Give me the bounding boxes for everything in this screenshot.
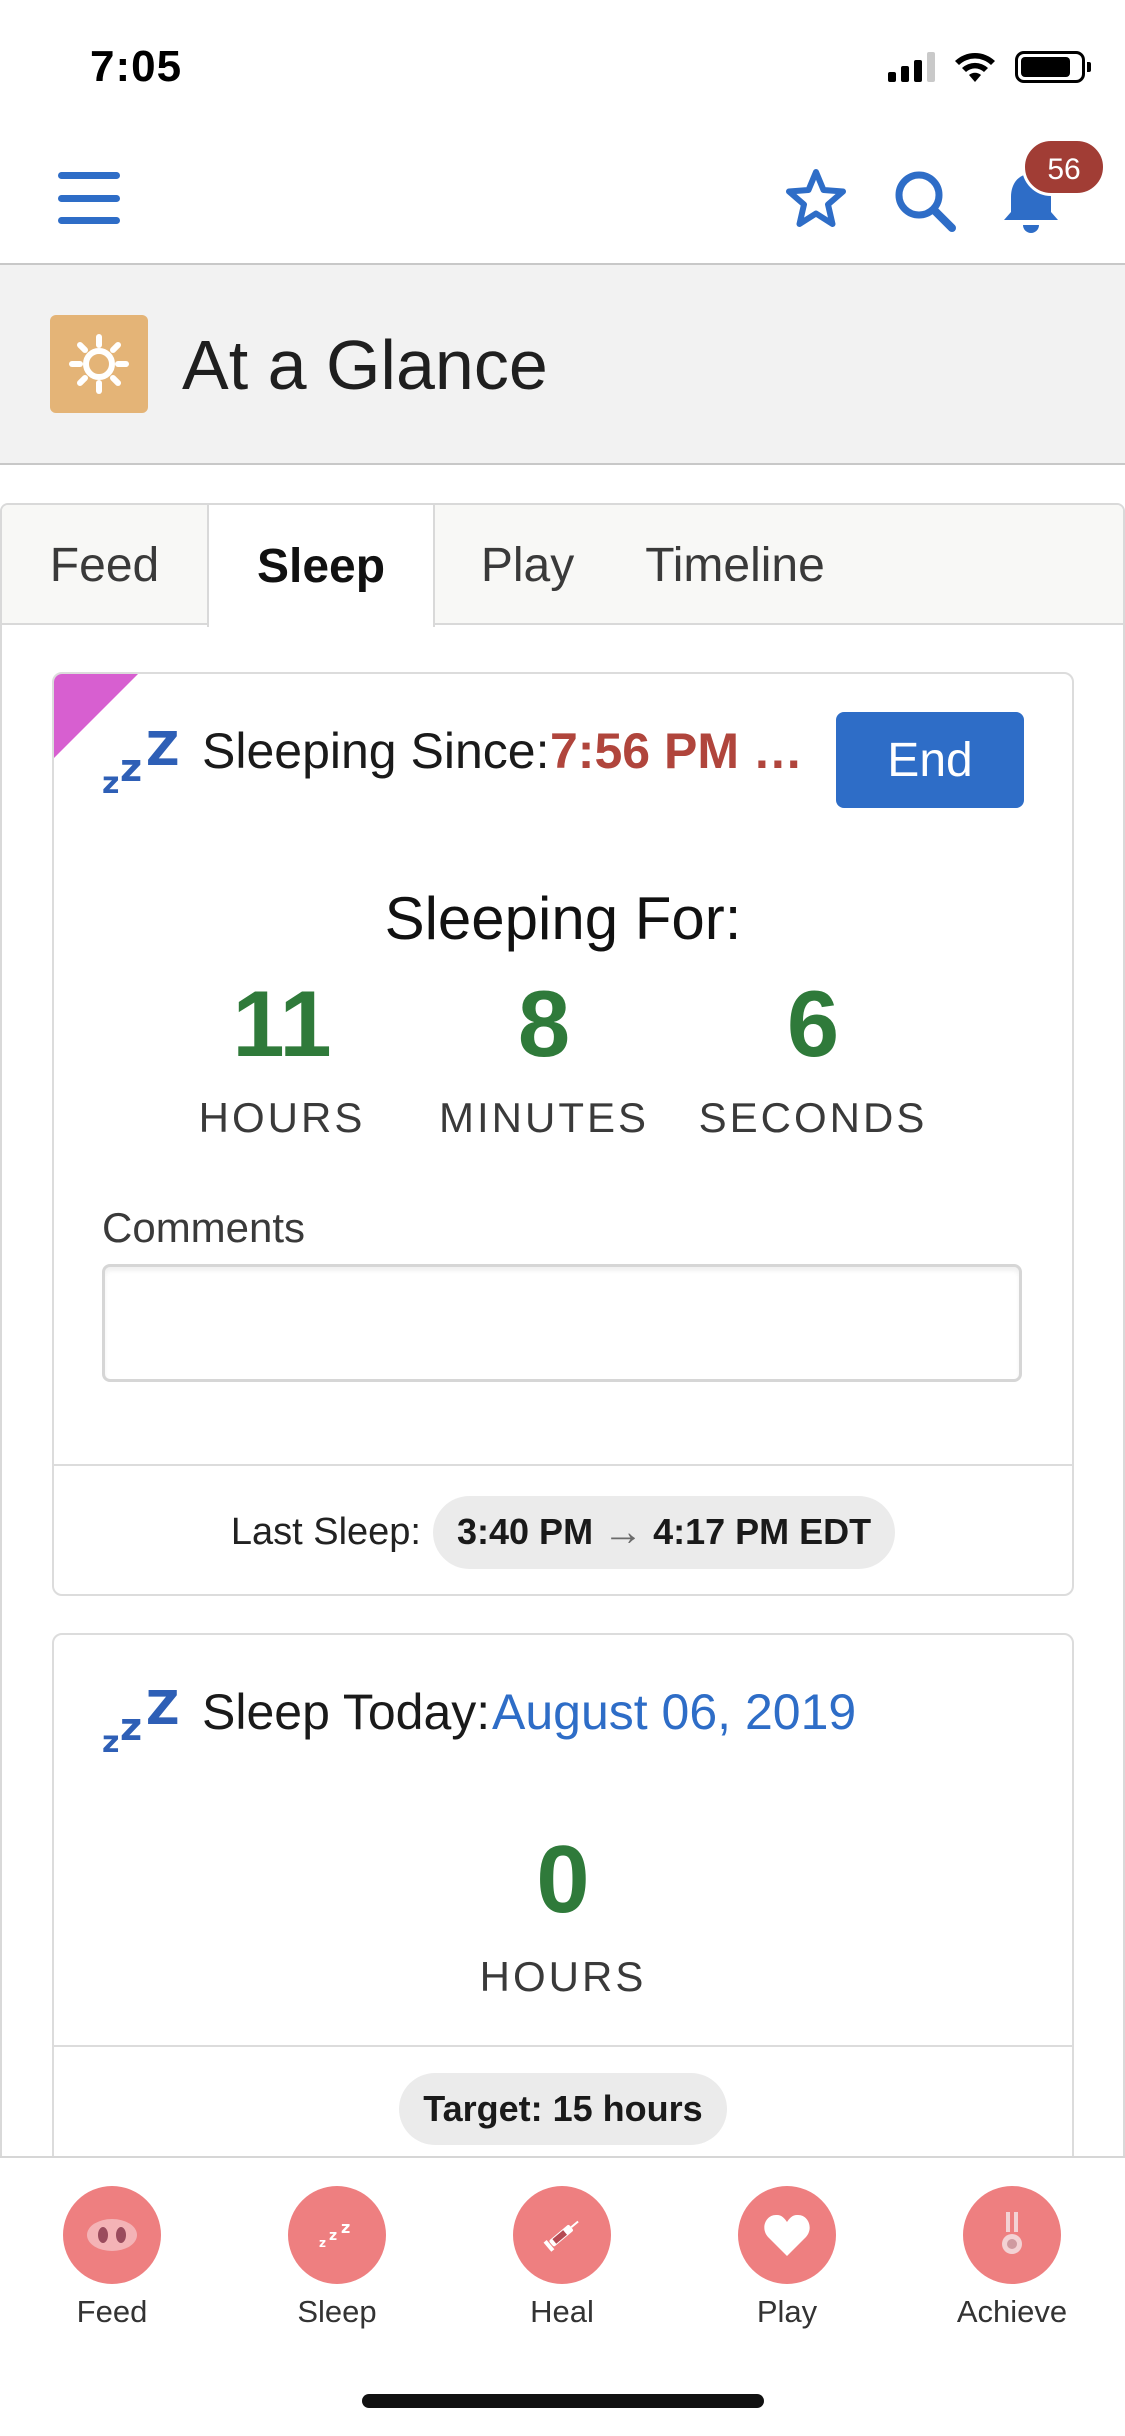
- tab-bar: Feed Sleep Play Timeline: [2, 505, 1123, 627]
- tab-sleep[interactable]: Sleep: [207, 505, 435, 627]
- sleeping-for-title: Sleeping For:: [384, 885, 742, 952]
- search-icon[interactable]: [892, 168, 958, 234]
- bottom-nav-sleep[interactable]: zzz Sleep: [247, 2186, 427, 2330]
- last-sleep-start: 3:40 PM: [457, 1511, 594, 1552]
- svg-text:z: z: [341, 2220, 350, 2237]
- seconds-counter: 6 SECONDS: [688, 974, 938, 1142]
- seconds-label: SECONDS: [698, 1094, 928, 1141]
- sleep-today-date[interactable]: August 06, 2019: [492, 1683, 856, 1741]
- hours-counter: 11 HOURS: [162, 974, 402, 1142]
- status-time: 7:05: [90, 42, 183, 91]
- menu-icon[interactable]: [58, 172, 120, 224]
- bottom-nav-label: Play: [756, 2294, 818, 2329]
- bottom-nav-feed[interactable]: Feed: [22, 2186, 202, 2330]
- seconds-value: 6: [786, 971, 840, 1076]
- heart-icon: [738, 2186, 836, 2284]
- minutes-label: MINUTES: [439, 1094, 649, 1141]
- pig-nose-icon: [63, 2186, 161, 2284]
- last-sleep-row: Last Sleep: 3:40 PM → 4:17 PM EDT: [54, 1464, 1072, 1594]
- sun-icon: [69, 334, 129, 394]
- zzz-icon: z z Z: [102, 722, 180, 801]
- target-pill: Target: 15 hours: [399, 2073, 727, 2145]
- tab-feed[interactable]: Feed: [2, 505, 207, 625]
- app-icon: [50, 315, 148, 413]
- battery-icon: [1015, 51, 1091, 83]
- today-hours-label: HOURS: [479, 1953, 647, 2000]
- cellular-signal-icon: [888, 52, 935, 82]
- minutes-counter: 8 MINUTES: [414, 974, 674, 1142]
- minutes-value: 8: [517, 971, 571, 1076]
- hours-label: HOURS: [198, 1094, 366, 1141]
- tab-play[interactable]: Play: [435, 505, 620, 625]
- top-nav: 56: [0, 130, 1125, 265]
- bottom-nav-achieve[interactable]: Achieve: [922, 2186, 1102, 2330]
- last-sleep-pill: 3:40 PM → 4:17 PM EDT: [433, 1495, 896, 1569]
- today-hours-value: 0: [536, 1826, 590, 1933]
- zzz-icon: z z Z: [102, 1681, 180, 1760]
- bottom-nav-label: Achieve: [956, 2294, 1068, 2329]
- last-sleep-end: 4:17 PM EDT: [653, 1511, 872, 1552]
- comments-label: Comments: [102, 1204, 306, 1251]
- page-title: At a Glance: [182, 326, 548, 404]
- sleeping-card: z z Z Sleeping Since: 7:56 PM … End Slee…: [52, 672, 1074, 1596]
- svg-text:z: z: [329, 2228, 337, 2244]
- status-icons: [888, 50, 1091, 84]
- bottom-nav-label: Heal: [530, 2294, 594, 2329]
- tab-timeline[interactable]: Timeline: [620, 505, 850, 625]
- last-sleep-label: Last Sleep:: [230, 1510, 421, 1553]
- syringe-icon: [513, 2186, 611, 2284]
- bottom-nav-label: Sleep: [297, 2294, 377, 2329]
- medal-icon: [963, 2186, 1061, 2284]
- page-header: At a Glance: [0, 265, 1125, 465]
- sleeping-since-label: Sleeping Since:: [202, 723, 550, 779]
- bottom-nav-heal[interactable]: Heal: [472, 2186, 652, 2330]
- zzz-icon: zzz: [288, 2186, 386, 2284]
- sleep-today-label: Sleep Today:: [202, 1684, 491, 1740]
- today-hours-counter: 0 HOURS: [54, 1825, 1072, 2001]
- hours-value: 11: [232, 971, 332, 1076]
- home-indicator[interactable]: [362, 2394, 764, 2408]
- end-button[interactable]: End: [836, 712, 1024, 808]
- bottom-nav-play[interactable]: Play: [697, 2186, 877, 2330]
- status-bar: 7:05: [0, 0, 1125, 130]
- svg-text:z: z: [319, 2236, 326, 2250]
- sleeping-since-value[interactable]: 7:56 PM …: [550, 722, 800, 780]
- bottom-nav-label: Feed: [76, 2294, 148, 2329]
- comments-input[interactable]: [102, 1264, 1022, 1382]
- wifi-icon: [955, 53, 995, 82]
- star-icon[interactable]: [785, 168, 847, 230]
- notification-badge[interactable]: 56: [1022, 138, 1106, 196]
- arrow-right-icon: →: [603, 1509, 644, 1554]
